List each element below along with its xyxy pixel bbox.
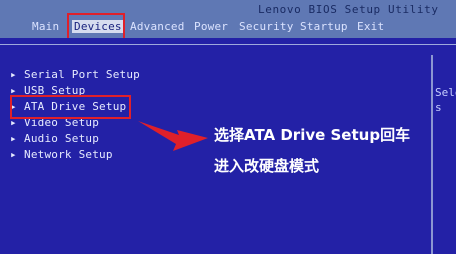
menu-item-serial-port-setup[interactable]: ▸ Serial Port Setup xyxy=(10,68,140,84)
tab-exit[interactable]: Exit xyxy=(357,20,384,33)
tab-security[interactable]: Security xyxy=(239,20,294,33)
submenu-arrow-icon: ▸ xyxy=(10,68,17,81)
bios-header: Lenovo BIOS Setup Utility Main Devices A… xyxy=(0,0,456,40)
submenu-arrow-icon: ▸ xyxy=(10,148,17,161)
help-panel xyxy=(431,55,456,254)
bios-title: Lenovo BIOS Setup Utility xyxy=(258,3,439,16)
annotation-line-1: 选择ATA Drive Setup回车 xyxy=(214,126,411,144)
tab-advanced[interactable]: Advanced xyxy=(130,20,185,33)
help-text-line: Sele xyxy=(435,86,456,99)
menu-item-network-setup[interactable]: ▸ Network Setup xyxy=(10,148,113,164)
submenu-arrow-icon: ▸ xyxy=(10,132,17,145)
tab-power[interactable]: Power xyxy=(194,20,228,33)
tab-main[interactable]: Main xyxy=(32,20,59,33)
menu-item-audio-setup[interactable]: ▸ Audio Setup xyxy=(10,132,99,148)
header-separator xyxy=(0,44,456,45)
annotation-line-2: 进入改硬盘模式 xyxy=(214,157,320,175)
devices-tab-highlight-box xyxy=(67,13,125,40)
menu-item-label: Serial Port Setup xyxy=(24,68,140,81)
help-text-line: s xyxy=(435,101,442,114)
tab-startup[interactable]: Startup xyxy=(300,20,348,33)
ata-drive-setup-highlight-box xyxy=(10,95,131,119)
menu-item-label: Audio Setup xyxy=(24,132,100,145)
menu-item-label: Network Setup xyxy=(24,148,113,161)
annotation-arrow-icon xyxy=(138,121,208,151)
